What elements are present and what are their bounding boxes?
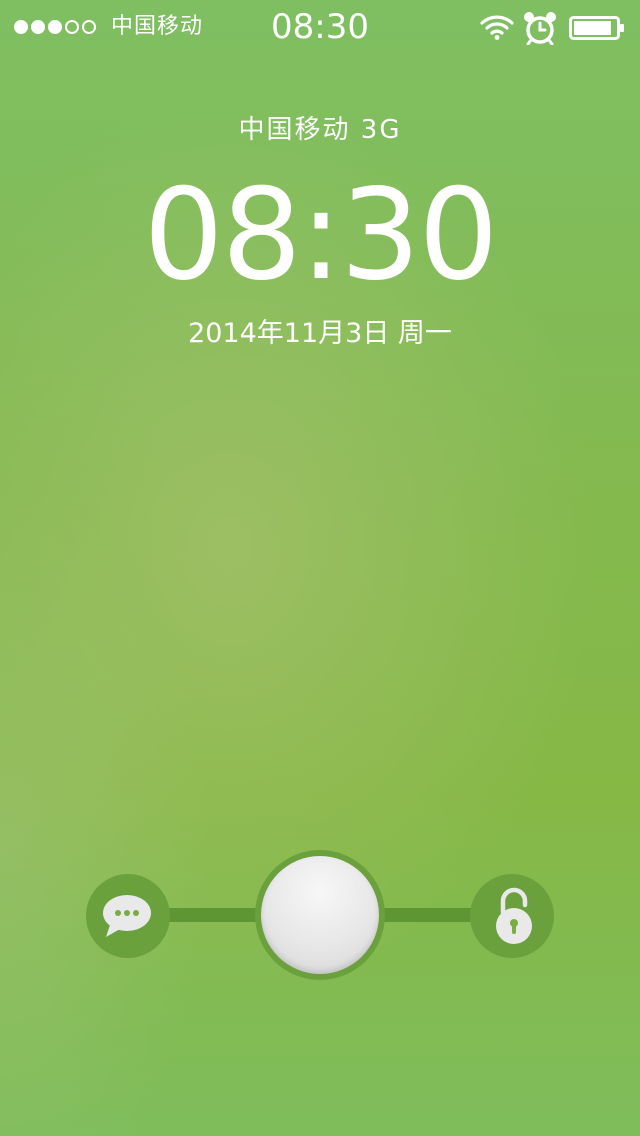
battery-icon — [569, 16, 624, 40]
message-shortcut[interactable] — [86, 874, 170, 958]
unlock-target[interactable] — [470, 874, 554, 958]
lock-network-label: 中国移动 3G — [238, 115, 402, 145]
message-bubble-icon — [103, 895, 151, 937]
unlock-icon — [496, 887, 532, 944]
alarm-icon — [524, 12, 556, 45]
unlock-slider[interactable] — [86, 850, 556, 982]
status-bar: 中国移动 08:30 — [0, 0, 640, 54]
wifi-icon — [480, 15, 514, 40]
slider-knob-ring — [255, 850, 385, 980]
slider-knob[interactable] — [261, 856, 379, 974]
lock-date: 2014年11月3日 周一 — [188, 318, 452, 349]
lock-clock: 08:30 — [143, 161, 498, 308]
